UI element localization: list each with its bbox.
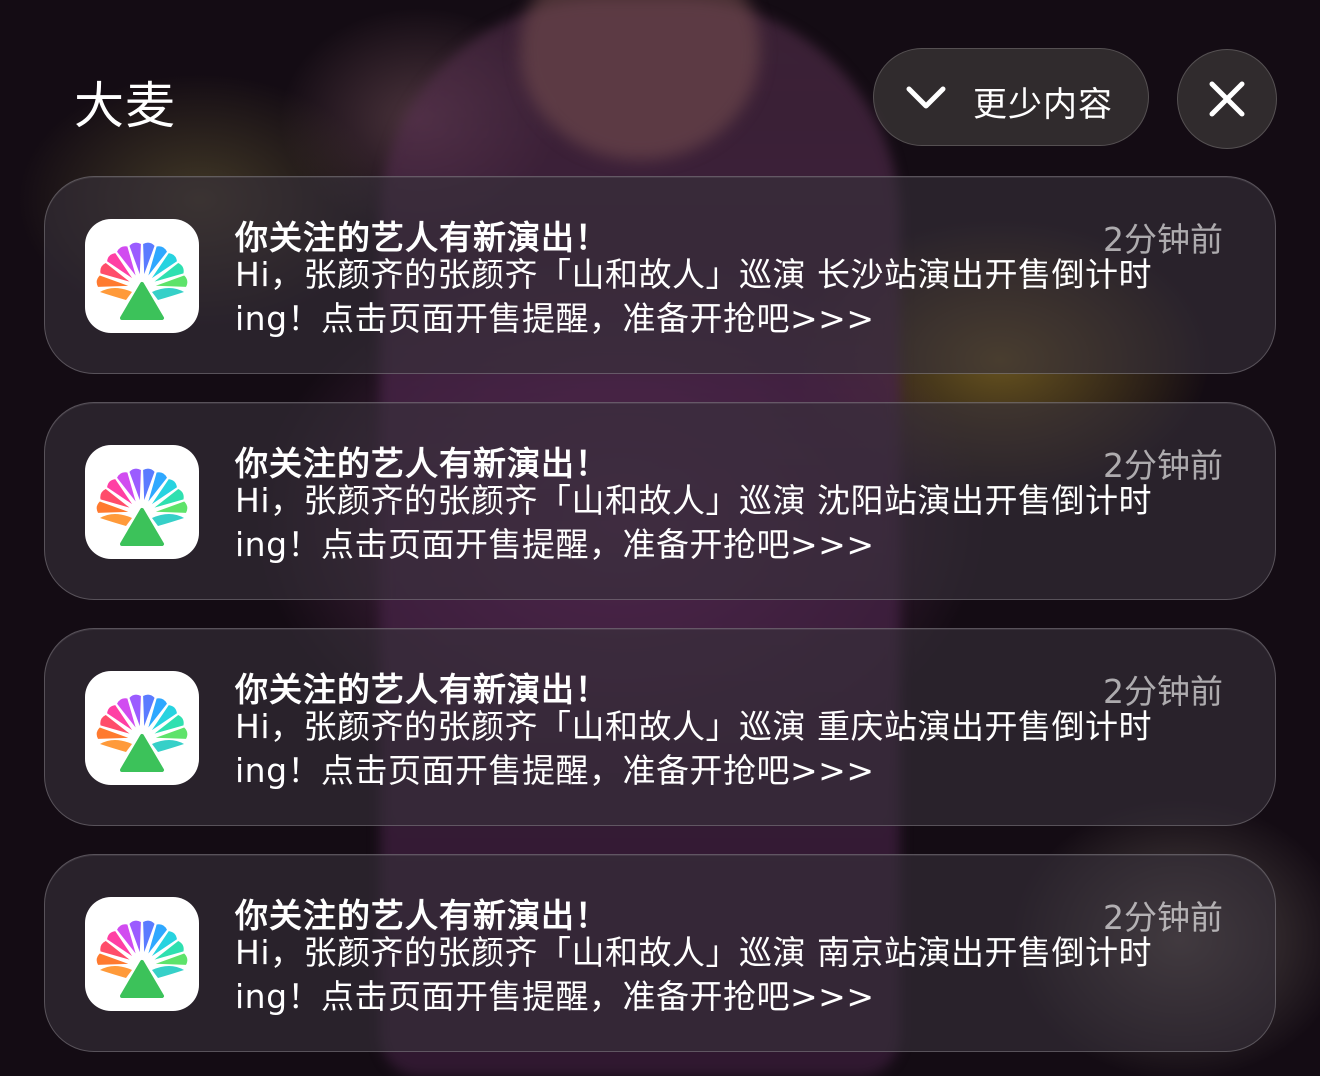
notification-body: Hi，张颜齐的张颜齐「山和故人」巡演 沈阳站演出开售倒计时 ing！点击页面开售… (235, 479, 1215, 567)
logo-triangle (120, 960, 164, 998)
damai-app-icon (85, 897, 199, 1011)
notification-title: 你关注的艺人有新演出！ (235, 218, 609, 257)
notification-body-line: ing！点击页面开售提醒，准备开抢吧>>> (235, 977, 875, 1016)
notification-body: Hi，张颜齐的张颜齐「山和故人」巡演 南京站演出开售倒计时 ing！点击页面开售… (235, 931, 1215, 1019)
damai-app-icon (85, 219, 199, 333)
notification-body-line: Hi，张颜齐的张颜齐「山和故人」巡演 长沙站演出开售倒计时 (235, 255, 1152, 294)
logo-triangle (120, 282, 164, 320)
show-less-button[interactable]: 更少内容 (873, 48, 1149, 146)
logo-petal (100, 740, 132, 752)
notification-body-line: ing！点击页面开售提醒，准备开抢吧>>> (235, 299, 875, 338)
app-group-title: 大麦 (74, 77, 176, 135)
logo-petal (100, 288, 132, 300)
notification-body: Hi，张颜齐的张颜齐「山和故人」巡演 长沙站演出开售倒计时 ing！点击页面开售… (235, 253, 1215, 341)
notification-body-line: Hi，张颜齐的张颜齐「山和故人」巡演 南京站演出开售倒计时 (235, 933, 1152, 972)
notification-title: 你关注的艺人有新演出！ (235, 444, 609, 483)
logo-petal (100, 514, 132, 526)
logo-petal (152, 288, 184, 300)
notification-body-line: ing！点击页面开售提醒，准备开抢吧>>> (235, 751, 875, 790)
logo-petal (100, 966, 132, 978)
damai-app-icon (85, 445, 199, 559)
notification-body-line: ing！点击页面开售提醒，准备开抢吧>>> (235, 525, 875, 564)
logo-petal (152, 966, 184, 978)
logo-petal (152, 740, 184, 752)
notification-body-line: Hi，张颜齐的张颜齐「山和故人」巡演 重庆站演出开售倒计时 (235, 707, 1152, 746)
notification-title: 你关注的艺人有新演出！ (235, 896, 609, 935)
logo-triangle (120, 508, 164, 546)
notification-card[interactable]: 你关注的艺人有新演出！ 2分钟前 Hi，张颜齐的张颜齐「山和故人」巡演 南京站演… (44, 854, 1276, 1052)
show-less-label: 更少内容 (973, 85, 1113, 125)
close-icon (1209, 81, 1245, 117)
notification-card[interactable]: 你关注的艺人有新演出！ 2分钟前 Hi，张颜齐的张颜齐「山和故人」巡演 重庆站演… (44, 628, 1276, 826)
notification-card[interactable]: 你关注的艺人有新演出！ 2分钟前 Hi，张颜齐的张颜齐「山和故人」巡演 长沙站演… (44, 176, 1276, 374)
logo-petal (152, 514, 184, 526)
notification-body: Hi，张颜齐的张颜齐「山和故人」巡演 重庆站演出开售倒计时 ing！点击页面开售… (235, 705, 1215, 793)
logo-triangle (120, 734, 164, 772)
chevron-down-icon (906, 86, 946, 109)
notification-body-line: Hi，张颜齐的张颜齐「山和故人」巡演 沈阳站演出开售倒计时 (235, 481, 1152, 520)
damai-app-icon (85, 671, 199, 785)
notification-title: 你关注的艺人有新演出！ (235, 670, 609, 709)
close-button[interactable] (1177, 49, 1277, 149)
notification-card[interactable]: 你关注的艺人有新演出！ 2分钟前 Hi，张颜齐的张颜齐「山和故人」巡演 沈阳站演… (44, 402, 1276, 600)
notification-center: 大麦 更少内容 你关注的艺人有新演出！ 2分钟前 Hi，张颜齐的张颜齐「山和故人… (0, 0, 1320, 1076)
